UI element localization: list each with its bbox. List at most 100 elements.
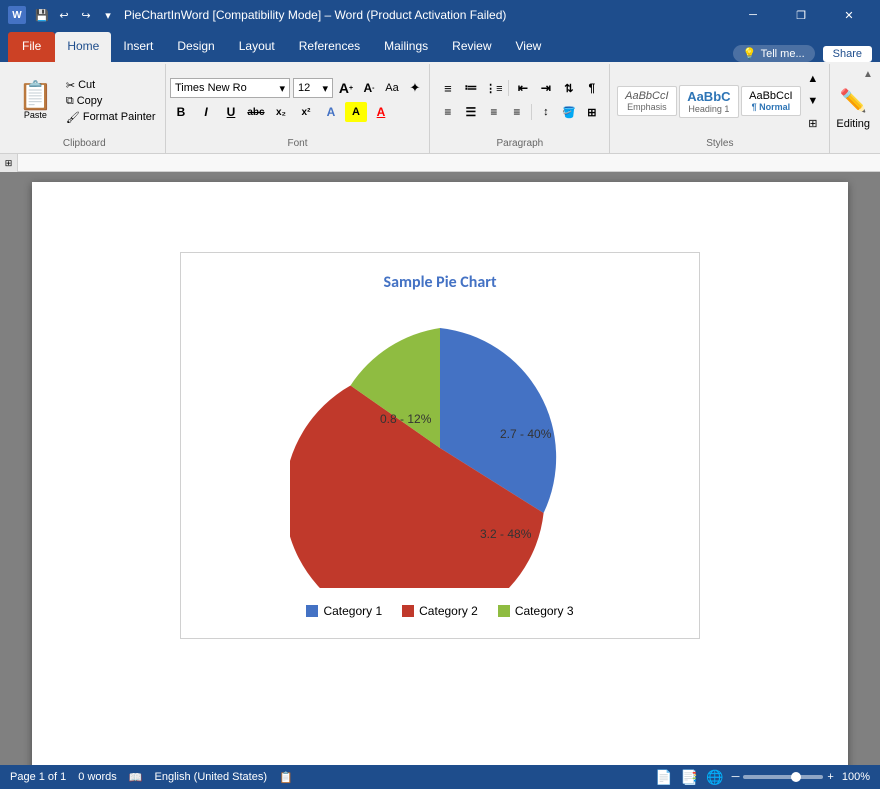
view-print-button[interactable]: 📑 xyxy=(681,769,698,786)
text-highlight-button[interactable]: A xyxy=(345,102,367,122)
grow-font-button[interactable]: A+ xyxy=(336,78,356,98)
page-info[interactable]: Page 1 of 1 xyxy=(10,771,66,783)
chart-title: Sample Pie Chart xyxy=(201,273,679,292)
paragraph-list-row: ≡ ≔ ⋮≡ ⇤ ⇥ ⇅ ¶ xyxy=(437,78,603,98)
view-web-button[interactable]: 🌐 xyxy=(706,769,723,786)
show-hide-button[interactable]: ¶ xyxy=(581,78,603,98)
minimize-button[interactable]: ─ xyxy=(730,0,776,30)
tab-references[interactable]: References xyxy=(287,32,372,62)
superscript-button[interactable]: x² xyxy=(295,102,317,122)
tab-review[interactable]: Review xyxy=(440,32,503,62)
change-case-button[interactable]: Aa xyxy=(382,78,402,98)
cut-label: Cut xyxy=(78,79,95,91)
view-read-button[interactable]: 📄 xyxy=(655,769,672,786)
styles-section-label: Styles xyxy=(702,136,737,151)
chart-container[interactable]: Sample Pie Chart 2.7 - 40% 3.2 - 48% 0.8… xyxy=(180,252,700,639)
styles-scroll-up-button[interactable]: ▲ xyxy=(803,69,823,89)
language[interactable]: English (United States) xyxy=(155,771,268,783)
tab-file[interactable]: File xyxy=(8,32,55,62)
legend-swatch-1 xyxy=(306,605,318,617)
multilevel-list-button[interactable]: ⋮≡ xyxy=(483,78,505,98)
zoom-out-button[interactable]: ─ xyxy=(732,771,740,783)
border-button[interactable]: ⊞ xyxy=(581,102,603,122)
styles-controls: AaBbCcI Emphasis AaBbC Heading 1 AaBbCcI… xyxy=(617,66,823,136)
strikethrough-button[interactable]: abc xyxy=(245,102,267,122)
paragraph-section-label: Paragraph xyxy=(493,136,548,151)
decrease-indent-button[interactable]: ⇤ xyxy=(512,78,534,98)
status-bar: Page 1 of 1 0 words 📖 English (United St… xyxy=(0,765,880,789)
style-heading1-name: Heading 1 xyxy=(686,104,732,114)
word-count[interactable]: 0 words xyxy=(78,771,117,783)
styles-gallery: AaBbCcI Emphasis AaBbC Heading 1 AaBbCcI… xyxy=(617,85,801,118)
lightbulb-icon: 💡 xyxy=(743,47,757,60)
paragraph-align-row: ≡ ☰ ≡ ≡ ↕ 🪣 ⊞ xyxy=(437,102,603,122)
copy-button[interactable]: ⧉ Copy xyxy=(63,94,159,109)
clipboard-small-buttons: ✂ Cut ⧉ Copy 🖌 Format Painter xyxy=(63,78,159,125)
close-button[interactable]: ✕ xyxy=(826,0,872,30)
style-normal[interactable]: AaBbCcI ¶ Normal xyxy=(741,86,801,116)
ribbon-expand-button[interactable]: ▲ xyxy=(860,66,876,82)
align-left-button[interactable]: ≡ xyxy=(437,102,459,122)
sort-button[interactable]: ⇅ xyxy=(558,78,580,98)
italic-button[interactable]: I xyxy=(195,102,217,122)
align-center-button[interactable]: ☰ xyxy=(460,102,482,122)
underline-button[interactable]: U xyxy=(220,102,242,122)
bold-button[interactable]: B xyxy=(170,102,192,122)
paint-brush-icon: 🖌 xyxy=(66,111,80,124)
clear-formatting-button[interactable]: ✦ xyxy=(405,78,425,98)
increase-indent-button[interactable]: ⇥ xyxy=(535,78,557,98)
shrink-font-button[interactable]: A- xyxy=(359,78,379,98)
tab-layout[interactable]: Layout xyxy=(227,32,287,62)
document-page: Sample Pie Chart 2.7 - 40% 3.2 - 48% 0.8… xyxy=(32,182,848,765)
save-button[interactable]: 💾 xyxy=(32,5,52,25)
clipboard-controls: 📋 Paste ✂ Cut ⧉ Copy 🖌 Format Painter xyxy=(10,66,159,136)
font-size-dropdown-arrow: ▾ xyxy=(322,82,328,95)
format-painter-button[interactable]: 🖌 Format Painter xyxy=(63,110,159,125)
cut-button[interactable]: ✂ Cut xyxy=(63,78,159,93)
styles-section: AaBbCcI Emphasis AaBbC Heading 1 AaBbCcI… xyxy=(610,64,830,153)
text-effects-button[interactable]: A xyxy=(320,102,342,122)
justify-button[interactable]: ≡ xyxy=(506,102,528,122)
numbering-button[interactable]: ≔ xyxy=(460,78,482,98)
customize-qat-button[interactable]: ▾ xyxy=(98,5,118,25)
document-area[interactable]: Sample Pie Chart 2.7 - 40% 3.2 - 48% 0.8… xyxy=(0,172,880,765)
tab-mailings[interactable]: Mailings xyxy=(372,32,440,62)
share-button[interactable]: Share xyxy=(823,46,872,62)
restore-button[interactable]: ❐ xyxy=(778,0,824,30)
style-heading1[interactable]: AaBbC Heading 1 xyxy=(679,85,739,118)
line-spacing-button[interactable]: ↕ xyxy=(535,102,557,122)
font-size-dropdown[interactable]: 12 ▾ xyxy=(293,78,333,98)
styles-scroll-down-button[interactable]: ▼ xyxy=(803,91,823,111)
font-name-dropdown[interactable]: Times New Ro ▾ xyxy=(170,78,290,98)
tab-insert[interactable]: Insert xyxy=(111,32,165,62)
style-normal-name: ¶ Normal xyxy=(748,102,794,112)
zoom-in-button[interactable]: + xyxy=(827,771,833,783)
style-emphasis[interactable]: AaBbCcI Emphasis xyxy=(617,86,677,116)
undo-button[interactable]: ↩ xyxy=(54,5,74,25)
zoom-slider-track[interactable] xyxy=(743,775,823,779)
status-right: 📄 📑 🌐 ─ + 100% xyxy=(655,769,870,786)
align-right-button[interactable]: ≡ xyxy=(483,102,505,122)
font-color-button[interactable]: A xyxy=(370,102,392,122)
legend-item-1: Category 1 xyxy=(306,604,382,618)
font-mid-row: B I U abc x₂ x² A A A xyxy=(170,102,425,122)
legend-item-3: Category 3 xyxy=(498,604,574,618)
subscript-button[interactable]: x₂ xyxy=(270,102,292,122)
tab-home[interactable]: Home xyxy=(55,32,111,62)
shading-button[interactable]: 🪣 xyxy=(558,102,580,122)
tell-me-button[interactable]: 💡 Tell me... xyxy=(733,45,815,62)
zoom-level[interactable]: 100% xyxy=(842,771,870,783)
separator xyxy=(508,80,509,96)
tab-view[interactable]: View xyxy=(504,32,554,62)
clipboard-section: 📋 Paste ✂ Cut ⧉ Copy 🖌 Format Painter Cl… xyxy=(4,64,166,153)
ribbon: 📋 Paste ✂ Cut ⧉ Copy 🖌 Format Painter Cl… xyxy=(0,62,880,154)
styles-expand-button[interactable]: ⊞ xyxy=(803,113,823,133)
paste-button[interactable]: 📋 Paste xyxy=(10,78,61,124)
bullets-button[interactable]: ≡ xyxy=(437,78,459,98)
redo-button[interactable]: ↪ xyxy=(76,5,96,25)
tab-design[interactable]: Design xyxy=(165,32,226,62)
style-heading1-preview: AaBbC xyxy=(686,89,732,104)
chart-label-2: 3.2 - 48% xyxy=(480,527,532,541)
font-section: Times New Ro ▾ 12 ▾ A+ A- Aa ✦ B I U abc… xyxy=(166,64,431,153)
proofing-icon: 📖 xyxy=(129,771,143,784)
